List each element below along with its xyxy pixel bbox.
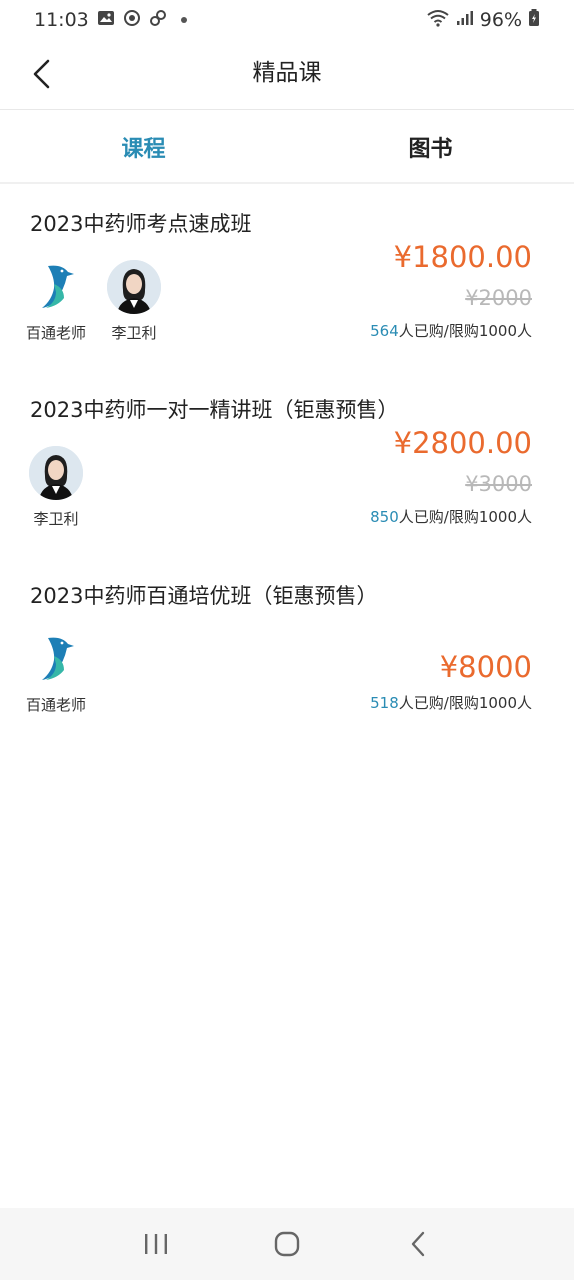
home-button[interactable] [257,1219,317,1269]
teacher-list: 百通老师 李卫利 [24,260,166,343]
notification-dot-icon [180,17,187,23]
sync-icon [123,9,141,32]
recent-apps-icon [144,1234,167,1254]
sales-info: 518人已购/限购1000人 [370,692,532,713]
course-title: 2023中药师百通培优班（钜惠预售） [30,584,378,608]
teacher-item: 百通老师 [24,632,88,715]
teacher-name: 李卫利 [111,324,157,342]
teacher-item: 李卫利 [102,260,166,343]
status-bar: 11:03 96% [0,0,574,40]
sold-count: 518 [370,694,399,712]
course-price: ¥8000 [439,650,532,684]
sold-count: 850 [370,508,399,526]
course-card[interactable]: 2023中药师百通培优班（钜惠预售） 百通老师 ¥8000 518人已购/限购1… [0,558,574,744]
baitong-logo-icon [29,632,83,686]
battery-percent: 96% [479,9,522,31]
sales-limit: 人已购/限购1000人 [398,322,532,340]
course-title: 2023中药师一对一精讲班（钜惠预售） [30,398,399,422]
teacher-avatar [29,446,83,500]
sales-limit: 人已购/限购1000人 [398,694,532,712]
course-price: ¥1800.00 [393,240,532,274]
original-price: ¥3000 [465,472,532,496]
teacher-list: 百通老师 [24,632,88,715]
home-icon [274,1231,300,1257]
teacher-item: 李卫利 [24,446,88,529]
recent-apps-button[interactable] [126,1219,186,1269]
tab-books[interactable]: 图书 [287,111,574,182]
sold-count: 564 [370,322,399,340]
teacher-name: 百通老师 [25,324,86,342]
system-nav-bar [0,1208,574,1280]
teacher-avatar [107,260,161,314]
teacher-list: 李卫利 [24,446,88,529]
system-back-button[interactable] [388,1219,448,1269]
tab-bar: 课程 图书 [0,111,574,184]
sales-info: 850人已购/限购1000人 [370,506,532,527]
teacher-name: 百通老师 [25,696,86,714]
page-title: 精品课 [252,60,322,86]
back-arrow-icon [412,1231,425,1257]
course-title: 2023中药师考点速成班 [30,212,252,236]
teacher-name: 李卫利 [33,510,79,528]
sales-limit: 人已购/限购1000人 [398,508,532,526]
battery-icon [528,8,540,32]
link-icon [149,9,167,32]
sales-info: 564人已购/限购1000人 [370,320,532,341]
course-price: ¥2800.00 [393,426,532,460]
teacher-item: 百通老师 [24,260,88,343]
wifi-icon [426,9,450,32]
original-price: ¥2000 [465,286,532,310]
baitong-logo-icon [29,260,83,314]
course-card[interactable]: 2023中药师一对一精讲班（钜惠预售） 李卫利 ¥2800.00 ¥3000 8… [0,372,574,558]
course-list: 2023中药师考点速成班 百通老师 李卫利 ¥1800.00 ¥2000 564… [0,186,574,744]
signal-icon [456,9,474,31]
status-time: 11:03 [34,9,89,31]
top-app-bar: 精品课 [0,40,574,110]
gallery-icon [97,9,115,31]
course-card[interactable]: 2023中药师考点速成班 百通老师 李卫利 ¥1800.00 ¥2000 564… [0,186,574,372]
tab-courses[interactable]: 课程 [0,111,287,182]
